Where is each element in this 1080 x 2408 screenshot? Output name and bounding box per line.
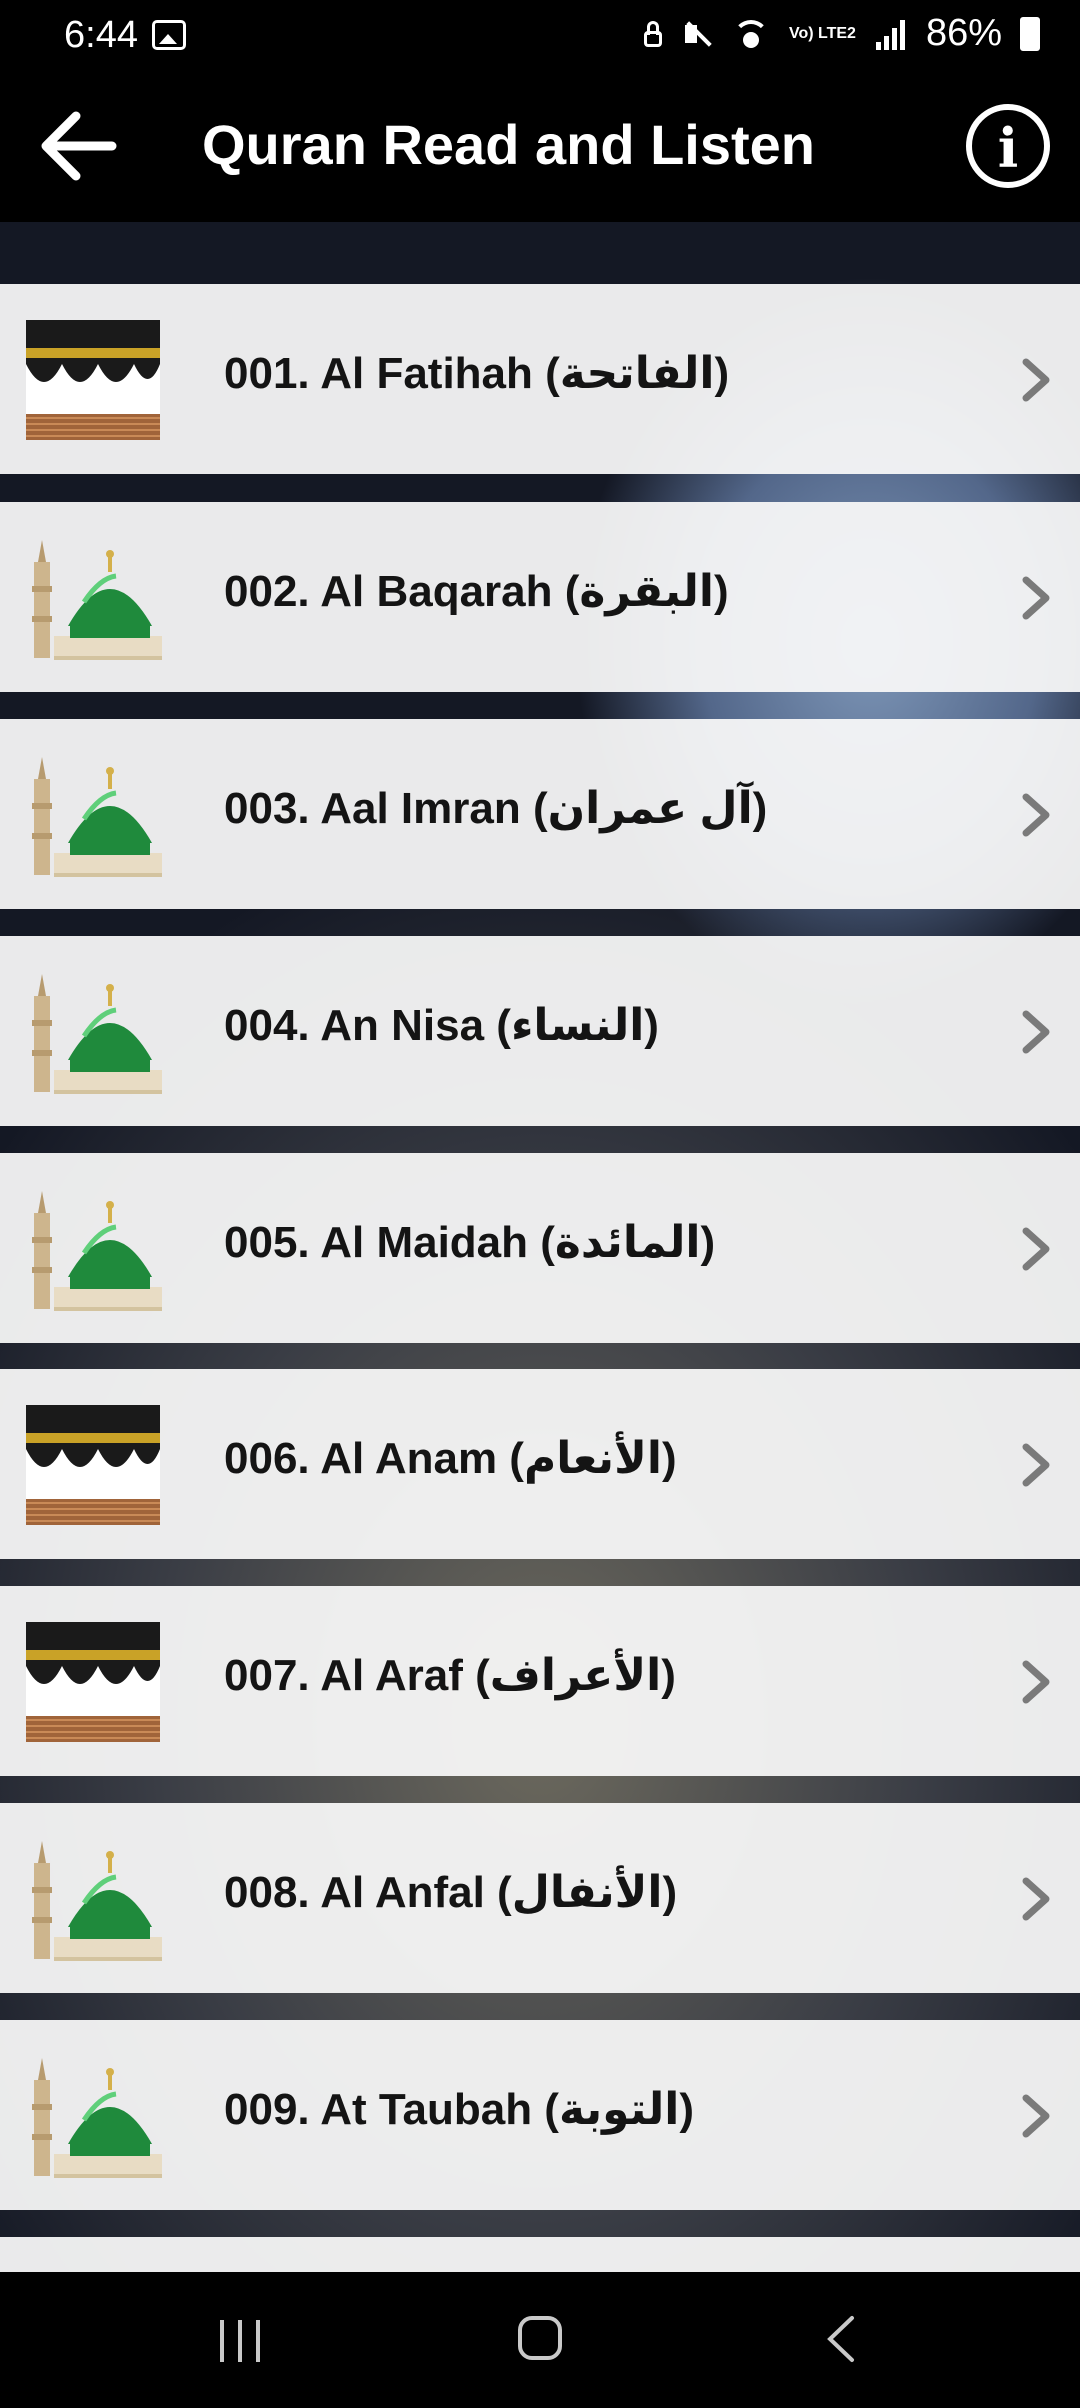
green-dome-icon [20,749,166,883]
status-bar: 6:44 Vo) LTE2 86% [0,0,1080,72]
chevron-right-icon [1018,1441,1054,1489]
lock-icon [641,19,665,49]
battery-icon [1020,16,1040,51]
info-button[interactable]: i [966,104,1050,188]
chevron-right-icon [1018,574,1054,622]
chevron-right-icon [1018,791,1054,839]
recents-button[interactable] [220,2320,264,2362]
battery-percentage: 86% [925,12,1002,54]
surah-list-item[interactable]: 004. An Nisa (النساء) [0,936,1080,1126]
surah-list-item[interactable]: 007. Al Araf (الأعراف) [0,1586,1080,1776]
surah-list-item[interactable]: 001. Al Fatihah (الفاتحة) [0,284,1080,474]
green-dome-icon [20,532,166,666]
chevron-right-icon [1018,1658,1054,1706]
chevron-right-icon [1018,1008,1054,1056]
system-back-button[interactable] [822,2314,862,2364]
chevron-right-icon [1018,1875,1054,1923]
surah-list-item[interactable]: 002. Al Baqarah (البقرة) [0,502,1080,692]
signal-icon [874,18,908,50]
surah-list-item-partial[interactable] [0,2237,1080,2272]
surah-list-item[interactable]: 008. Al Anfal (الأنفال) [0,1803,1080,1993]
green-dome-icon [20,1833,166,1967]
surah-title: 004. An Nisa (النساء) [224,1001,659,1050]
chevron-right-icon [1018,2092,1054,2140]
surah-list-item[interactable]: 009. At Taubah (التوبة) [0,2020,1080,2210]
mute-icon [683,17,713,51]
chevron-right-icon [1018,356,1054,404]
network-type-label: Vo) LTE2 [788,24,856,42]
wifi-icon [731,18,771,50]
surah-list-item[interactable]: 006. Al Anam (الأنعام) [0,1369,1080,1559]
surah-title: 009. At Taubah (التوبة) [224,2085,694,2134]
arrow-left-icon [41,111,117,181]
surah-title: 007. Al Araf (الأعراف) [224,1651,676,1700]
app-bar: Quran Read and Listen i [0,72,1080,222]
kaaba-icon [20,1399,166,1533]
chevron-left-icon [827,2316,854,2362]
green-dome-icon [20,2050,166,2184]
page-title: Quran Read and Listen [202,113,815,176]
kaaba-icon [20,314,166,448]
surah-title: 002. Al Baqarah (البقرة) [224,567,729,616]
green-dome-icon [20,1183,166,1317]
green-dome-icon [20,966,166,1100]
surah-list-item[interactable]: 005. Al Maidah (المائدة) [0,1153,1080,1343]
surah-list-item[interactable]: 003. Aal Imran (آل عمران) [0,719,1080,909]
kaaba-icon [20,1616,166,1750]
info-icon: i [997,116,1019,180]
system-navigation-bar [0,2272,1080,2408]
surah-title: 003. Aal Imran (آل عمران) [224,784,768,833]
surah-list[interactable]: 001. Al Fatihah (الفاتحة) 002. Al Baqara… [0,222,1080,2272]
surah-title: 005. Al Maidah (المائدة) [224,1218,716,1267]
surah-title: 001. Al Fatihah (الفاتحة) [224,349,730,398]
back-button[interactable] [36,108,120,184]
surah-title: 006. Al Anam (الأنعام) [224,1434,677,1483]
chevron-right-icon [1018,1225,1054,1273]
surah-title: 008. Al Anfal (الأنفال) [224,1868,678,1917]
gallery-notification-icon [152,20,186,50]
status-time: 6:44 [64,14,138,56]
home-button[interactable] [518,2316,562,2360]
